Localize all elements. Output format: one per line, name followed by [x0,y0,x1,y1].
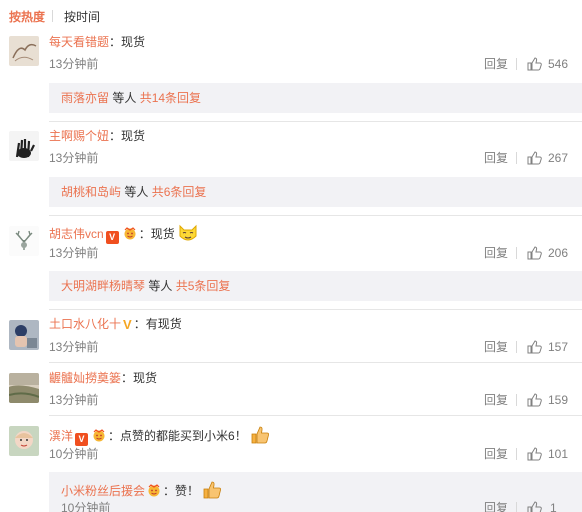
comment-time: 10分钟前 [49,447,99,461]
reply-button[interactable]: 回复 [484,57,508,71]
cat-emoji-icon [179,224,197,241]
comment-username[interactable]: 主啊赐个妞 [49,129,109,143]
reply-button[interactable]: 回复 [484,151,508,165]
reply-mid-text: 等人 [109,91,140,105]
member-crown-icon [124,227,136,240]
reply-button[interactable]: 回复 [484,501,508,512]
reply-count-link[interactable]: 共5条回复 [176,279,231,293]
avatar[interactable] [9,131,39,161]
reply-time: 10分钟前 [61,501,111,512]
like-divider [516,502,517,512]
reply-mid-text: 等人 [145,279,176,293]
comment-divider [49,362,582,363]
reply-button[interactable]: 回复 [484,393,508,407]
comment-username[interactable]: 齷髗奾撈奠篓 [49,371,121,385]
avatar[interactable] [9,320,39,350]
reply-button[interactable]: 回复 [484,447,508,461]
like-divider [516,448,517,460]
member-crown-icon [93,429,105,442]
like-count: 159 [548,393,569,407]
comment-username[interactable]: 潩洋 [49,429,73,443]
like-divider [516,58,517,70]
comment-time: 13分钟前 [49,151,99,165]
reply-username[interactable]: 雨落亦留 [61,91,109,105]
comment-divider [49,309,582,310]
reply-username[interactable]: 小米粉丝后援会 [61,484,145,498]
like-divider [516,341,517,353]
like-count: 1 [550,501,557,512]
reply-username[interactable]: 胡桃和岛屿 [61,185,121,199]
thumbs-up-emoji-icon [203,481,222,499]
like-divider [516,247,517,259]
reply-count-link[interactable]: 共6条回复 [152,185,207,199]
thumbs-up-icon[interactable] [527,57,542,71]
comment-time: 13分钟前 [49,340,99,354]
comment-text: ：有现货 [133,317,182,331]
sort-divider [52,10,53,22]
reply-mid-text: 等人 [121,185,152,199]
thumbs-up-icon[interactable] [527,501,542,512]
sort-by-time-tab[interactable]: 按时间 [64,8,100,25]
comment-username[interactable]: 每天看错题 [49,35,109,49]
comment-username[interactable]: 胡志伟vcn [49,227,104,241]
thumbs-up-icon[interactable] [527,340,542,354]
like-count: 206 [548,246,569,260]
comment-text: ：现货 [109,35,146,49]
thumbs-up-icon[interactable] [527,447,542,461]
verified-badge-icon: V [105,231,119,244]
reply-text: ：赞！ [163,484,200,498]
member-crown-icon [148,484,160,497]
comment-divider [49,215,582,216]
comment-divider [49,415,582,416]
like-count: 546 [548,57,569,71]
comment-text: ：现货 [138,227,175,241]
avatar[interactable] [9,226,39,256]
comment-time: 13分钟前 [49,393,99,407]
comment-time: 13分钟前 [49,57,99,71]
reply-button[interactable]: 回复 [484,246,508,260]
verified-badge-icon: V [123,317,132,332]
thumbs-up-icon[interactable] [527,393,542,407]
comment-divider [49,121,582,122]
thumbs-up-icon[interactable] [527,151,542,165]
comment-text: ：现货 [121,371,158,385]
reply-username[interactable]: 大明湖畔杨晴琴 [61,279,145,293]
avatar[interactable] [9,373,39,403]
avatar[interactable] [9,36,39,66]
comment-time: 13分钟前 [49,246,99,260]
reply-count-link[interactable]: 共14条回复 [140,91,201,105]
reply-item: 小米粉丝后援会 ：赞！ 10分钟前 回复 1 [49,472,582,512]
reply-button[interactable]: 回复 [484,340,508,354]
thumbs-up-emoji-icon [251,426,269,444]
sort-by-hot-tab[interactable]: 按热度 [9,8,45,25]
thumbs-up-icon[interactable] [527,246,542,260]
like-count: 157 [548,340,569,354]
like-count: 267 [548,151,569,165]
reply-summary[interactable]: 雨落亦留 等人 共14条回复 [49,83,582,113]
avatar[interactable] [9,426,39,456]
verified-badge-icon: V [75,433,89,446]
reply-summary[interactable]: 胡桃和岛屿 等人 共6条回复 [49,177,582,207]
like-divider [516,152,517,164]
comment-username[interactable]: 土口水八化十 [49,317,121,331]
like-count: 101 [548,447,569,461]
sort-bar: 按热度 按时间 [0,0,582,30]
like-divider [516,394,517,406]
comment-text: ：现货 [109,129,146,143]
comment-text: ：点赞的都能买到小米6！ [108,429,247,443]
reply-summary[interactable]: 大明湖畔杨晴琴 等人 共5条回复 [49,271,582,301]
